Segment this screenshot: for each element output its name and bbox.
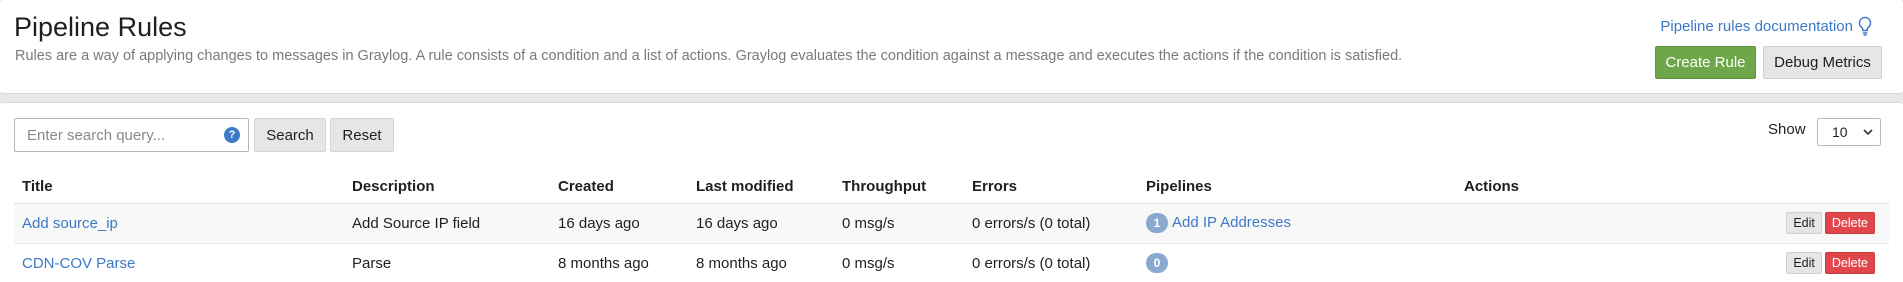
search-input[interactable]	[15, 119, 215, 151]
edit-button[interactable]: Edit	[1786, 252, 1822, 274]
rule-title-link[interactable]: Add source_ip	[22, 215, 118, 232]
table-header-row: Title Description Created Last modified …	[14, 170, 1889, 204]
documentation-link-label[interactable]: Pipeline rules documentation	[1660, 18, 1853, 35]
search-field[interactable]: ?	[14, 118, 249, 152]
chevron-down-icon	[1863, 129, 1873, 136]
delete-button[interactable]: Delete	[1824, 252, 1875, 274]
lightbulb-icon	[1858, 16, 1872, 36]
rules-table: Title Description Created Last modified …	[14, 170, 1889, 282]
column-header-pipelines: Pipelines	[1138, 170, 1456, 204]
column-header-last-modified[interactable]: Last modified	[688, 170, 834, 204]
help-icon[interactable]: ?	[224, 127, 240, 143]
column-header-description[interactable]: Description	[344, 170, 550, 204]
rule-errors: 0 errors/s (0 total)	[964, 203, 1138, 244]
rule-created: 16 days ago	[550, 203, 688, 244]
table-row: Add source_ip Add Source IP field 16 day…	[14, 203, 1889, 244]
pipeline-count-badge: 1	[1146, 213, 1168, 233]
page-header-panel: Pipeline Rules Rules are a way of applyi…	[0, 0, 1903, 94]
create-rule-button[interactable]: Create Rule	[1655, 46, 1756, 79]
rule-actions: Edit Delete	[1456, 243, 1889, 282]
rule-last-modified: 16 days ago	[688, 203, 834, 244]
rule-throughput: 0 msg/s	[834, 243, 964, 282]
rule-pipelines: 1 Add IP Addresses	[1138, 203, 1456, 244]
rule-actions: Edit Delete	[1456, 203, 1889, 244]
page-size-label: Show	[1768, 121, 1806, 138]
column-header-throughput: Throughput	[834, 170, 964, 204]
rule-pipelines: 0	[1138, 243, 1456, 282]
pipeline-count-badge: 0	[1146, 253, 1168, 273]
column-header-errors: Errors	[964, 170, 1138, 204]
table-row: CDN-COV Parse Parse 8 months ago 8 month…	[14, 243, 1889, 282]
rule-description: Add Source IP field	[344, 203, 550, 244]
page-description: Rules are a way of applying changes to m…	[15, 48, 1403, 64]
page-size-select[interactable]: 10	[1817, 118, 1881, 146]
page-title: Pipeline Rules	[14, 12, 187, 42]
delete-button[interactable]: Delete	[1824, 212, 1875, 234]
rule-errors: 0 errors/s (0 total)	[964, 243, 1138, 282]
rule-description: Parse	[344, 243, 550, 282]
column-header-actions: Actions	[1456, 170, 1889, 204]
rule-created: 8 months ago	[550, 243, 688, 282]
pipeline-link[interactable]: Add IP Addresses	[1172, 214, 1291, 231]
reset-button[interactable]: Reset	[330, 118, 394, 152]
debug-metrics-button[interactable]: Debug Metrics	[1763, 46, 1882, 79]
page-size-value: 10	[1832, 124, 1848, 140]
rule-last-modified: 8 months ago	[688, 243, 834, 282]
documentation-link[interactable]: Pipeline rules documentation	[1660, 16, 1873, 36]
search-button[interactable]: Search	[254, 118, 326, 152]
rule-title-link[interactable]: CDN-COV Parse	[22, 255, 135, 272]
edit-button[interactable]: Edit	[1786, 212, 1822, 234]
rule-throughput: 0 msg/s	[834, 203, 964, 244]
column-header-title[interactable]: Title	[14, 170, 344, 204]
column-header-created[interactable]: Created	[550, 170, 688, 204]
